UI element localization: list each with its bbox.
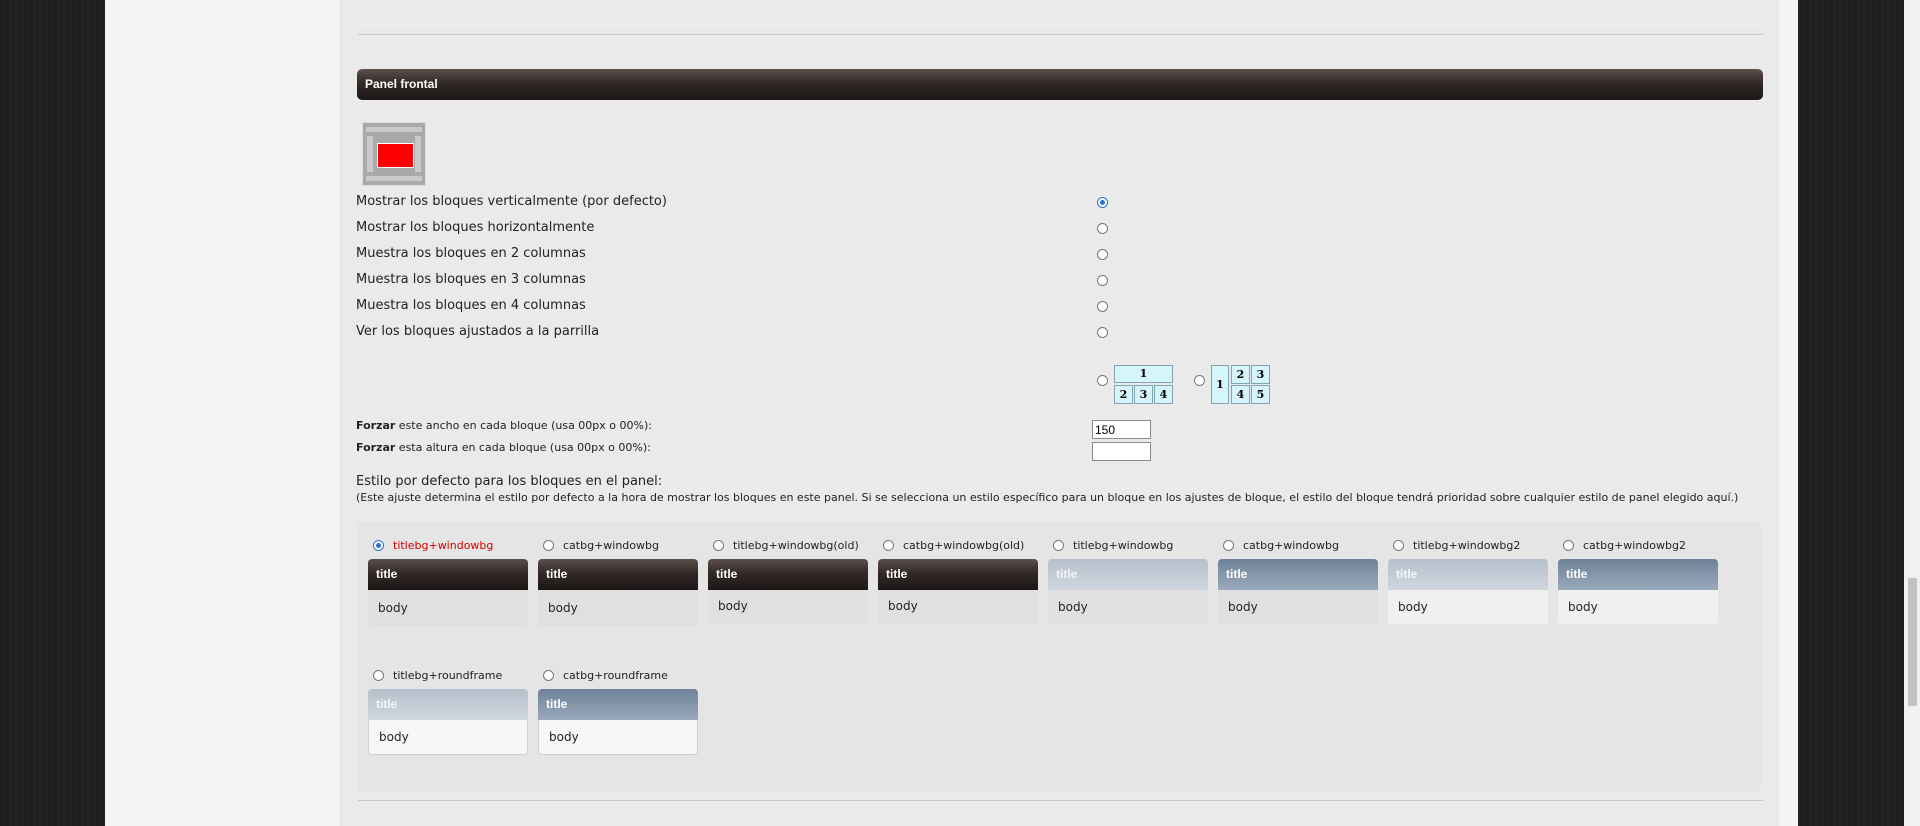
divider bbox=[358, 34, 1763, 35]
option-label: Mostrar los bloques horizontalmente bbox=[356, 220, 595, 235]
block-height-input[interactable] bbox=[1092, 442, 1151, 461]
option-label: Ver los bloques ajustados a la parrilla bbox=[356, 324, 600, 339]
style-preview-body: body bbox=[538, 590, 698, 626]
panel-position-icon bbox=[362, 122, 426, 186]
option-label: Mostrar los bloques verticalmente (por d… bbox=[356, 194, 667, 209]
style-preview-title: title bbox=[1558, 559, 1718, 590]
option-4-columns: Muestra los bloques en 4 columnas bbox=[356, 296, 1156, 316]
style-preview-body: body bbox=[538, 720, 698, 755]
grid-cell: 4 bbox=[1231, 385, 1250, 404]
radio-grid-layout-a[interactable] bbox=[1097, 375, 1108, 386]
style-radio[interactable] bbox=[1223, 540, 1234, 551]
default-style-note: (Este ajuste determina el estilo por def… bbox=[356, 491, 1739, 504]
option-3-columns: Muestra los bloques en 3 columnas bbox=[356, 270, 1156, 290]
height-field-label: Forzar esta altura en cada bloque (usa 0… bbox=[356, 441, 651, 454]
default-style-title: Estilo por defecto para los bloques en e… bbox=[356, 474, 663, 489]
option-2-columns: Muestra los bloques en 2 columnas bbox=[356, 244, 1156, 264]
style-preview-body: body bbox=[1558, 590, 1718, 624]
grid-cell: 3 bbox=[1251, 365, 1270, 384]
style-preview-body: body bbox=[1218, 590, 1378, 624]
width-field-label: Forzar este ancho en cada bloque (usa 00… bbox=[356, 419, 652, 432]
style-radio[interactable] bbox=[1563, 540, 1574, 551]
style-preview-title: title bbox=[368, 559, 528, 590]
grid-cell: 2 bbox=[1231, 365, 1250, 384]
grid-cell: 5 bbox=[1251, 385, 1270, 404]
radio-grid-layout-b[interactable] bbox=[1194, 375, 1205, 386]
option-vertical: Mostrar los bloques verticalmente (por d… bbox=[356, 192, 1156, 212]
option-label: Muestra los bloques en 3 columnas bbox=[356, 272, 586, 287]
style-radio[interactable] bbox=[543, 540, 554, 551]
radio-4-columns[interactable] bbox=[1097, 301, 1108, 312]
grid-cell: 4 bbox=[1154, 385, 1173, 404]
style-preview-title: title bbox=[368, 689, 528, 720]
style-preview-body: body bbox=[368, 720, 528, 755]
grid-cell: 1 bbox=[1114, 365, 1173, 383]
style-preview-body: body bbox=[878, 590, 1038, 623]
style-radio[interactable] bbox=[1053, 540, 1064, 551]
radio-horizontal[interactable] bbox=[1097, 223, 1108, 234]
style-radio[interactable] bbox=[543, 670, 554, 681]
scrollbar-thumb[interactable] bbox=[1908, 578, 1917, 706]
style-preview-title: title bbox=[878, 559, 1038, 590]
page-scrollbar[interactable] bbox=[1904, 0, 1920, 826]
style-preview-title: title bbox=[1048, 559, 1208, 590]
style-radio[interactable] bbox=[713, 540, 724, 551]
style-radio[interactable] bbox=[373, 670, 384, 681]
option-label: Muestra los bloques en 2 columnas bbox=[356, 246, 586, 261]
option-label: Muestra los bloques en 4 columnas bbox=[356, 298, 586, 313]
style-preview-body: body bbox=[368, 590, 528, 626]
grid-cell: 1 bbox=[1211, 365, 1229, 404]
style-preview-title: title bbox=[538, 559, 698, 590]
page: Panel frontal Mostrar los bloques vertic… bbox=[105, 0, 1798, 826]
style-preview-title: title bbox=[708, 559, 868, 590]
settings-content: Panel frontal Mostrar los bloques vertic… bbox=[340, 0, 1779, 826]
style-preview-body: body bbox=[1048, 590, 1208, 624]
highlighted-panel-block bbox=[377, 143, 414, 168]
divider bbox=[358, 800, 1763, 801]
style-preview-title: title bbox=[538, 689, 698, 720]
style-preview-title: title bbox=[1218, 559, 1378, 590]
panel-title: Panel frontal bbox=[357, 69, 1763, 100]
style-radio[interactable] bbox=[373, 540, 384, 551]
style-preview-title: title bbox=[1388, 559, 1548, 590]
style-radio[interactable] bbox=[1393, 540, 1404, 551]
style-radio[interactable] bbox=[883, 540, 894, 551]
option-grid: Ver los bloques ajustados a la parrilla bbox=[356, 322, 1156, 342]
style-preview-body: body bbox=[708, 590, 868, 623]
grid-cell: 3 bbox=[1134, 385, 1153, 404]
left-column bbox=[105, 0, 340, 826]
option-horizontal: Mostrar los bloques horizontalmente bbox=[356, 218, 1156, 238]
grid-cell: 2 bbox=[1114, 385, 1133, 404]
style-options-box: titlebg+windowbg title body catbg+window… bbox=[358, 522, 1761, 792]
radio-3-columns[interactable] bbox=[1097, 275, 1108, 286]
radio-2-columns[interactable] bbox=[1097, 249, 1108, 260]
radio-vertical[interactable] bbox=[1097, 197, 1108, 208]
previous-panel-section bbox=[358, 0, 1761, 31]
style-preview-body: body bbox=[1388, 590, 1548, 624]
radio-grid[interactable] bbox=[1097, 327, 1108, 338]
block-width-input[interactable] bbox=[1092, 420, 1151, 439]
